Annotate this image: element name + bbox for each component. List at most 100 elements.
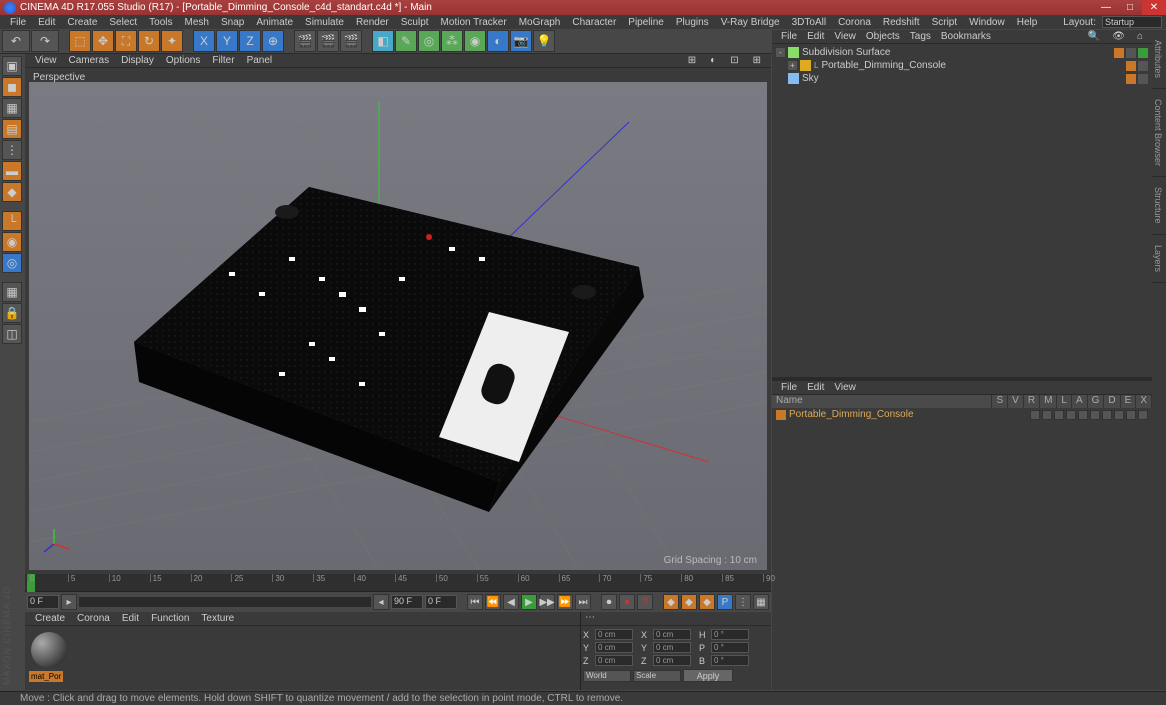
- model-mode-button[interactable]: ◼: [2, 77, 22, 97]
- right-tab-layers[interactable]: Layers: [1152, 235, 1166, 283]
- coord-pos-input[interactable]: 0 cm: [595, 655, 633, 666]
- menu-corona[interactable]: Corona: [832, 17, 877, 28]
- viewport-hud-icon-2[interactable]: ◐: [704, 55, 722, 66]
- coord-system-select[interactable]: World: [583, 670, 631, 682]
- attr-badge-s[interactable]: [1030, 410, 1040, 420]
- pos-key-button[interactable]: ◆: [663, 594, 679, 610]
- obj-menu-tags[interactable]: Tags: [905, 31, 936, 42]
- attrs-row[interactable]: Portable_Dimming_Console: [772, 408, 1152, 421]
- rotate-tool[interactable]: ↻: [138, 30, 160, 52]
- polygon-mode-button[interactable]: ◆: [2, 182, 22, 202]
- menu-mograph[interactable]: MoGraph: [513, 17, 567, 28]
- attr-menu-file[interactable]: File: [776, 382, 802, 393]
- next-key-button[interactable]: ⏩: [557, 594, 573, 610]
- attr-badge-a[interactable]: [1090, 410, 1100, 420]
- timeline-end-input[interactable]: 90 F: [391, 595, 423, 609]
- point-mode-button[interactable]: ⋮: [2, 140, 22, 160]
- coord-size-input[interactable]: 0 cm: [653, 655, 691, 666]
- timeline-ruler[interactable]: 051015202530354045505560657075808590: [25, 574, 771, 592]
- deformer-button[interactable]: ◉: [464, 30, 486, 52]
- last-tool[interactable]: ✦: [161, 30, 183, 52]
- obj-menu-objects[interactable]: Objects: [861, 31, 905, 42]
- attr-menu-view[interactable]: View: [829, 382, 861, 393]
- expand-icon[interactable]: +: [788, 61, 797, 70]
- menu-mesh[interactable]: Mesh: [179, 17, 215, 28]
- mat-menu-edit[interactable]: Edit: [116, 613, 145, 624]
- coord-pos-input[interactable]: 0 cm: [595, 642, 633, 653]
- mat-menu-create[interactable]: Create: [29, 613, 71, 624]
- vis-tag[interactable]: [1114, 48, 1124, 58]
- coord-rot-input[interactable]: 0 °: [711, 655, 749, 666]
- vis-tag-r[interactable]: [1138, 74, 1148, 84]
- all-key-button[interactable]: ▦: [753, 594, 769, 610]
- menu-v-ray-bridge[interactable]: V-Ray Bridge: [715, 17, 786, 28]
- attr-badge-g[interactable]: [1102, 410, 1112, 420]
- menu-render[interactable]: Render: [350, 17, 395, 28]
- x-axis-button[interactable]: X: [193, 30, 215, 52]
- record-button[interactable]: ⏺: [601, 594, 617, 610]
- viewport-hud-icon-1[interactable]: ⊞: [682, 55, 702, 66]
- scale-tool[interactable]: ⛶: [115, 30, 137, 52]
- scale-key-button[interactable]: ◆: [681, 594, 697, 610]
- select-tool[interactable]: ⬚: [69, 30, 91, 52]
- next-frame-button[interactable]: ▶▶: [539, 594, 555, 610]
- coord-system-button[interactable]: ⊕: [262, 30, 284, 52]
- menu-create[interactable]: Create: [61, 17, 103, 28]
- locked-workplane-button[interactable]: 🔒: [2, 303, 22, 323]
- attr-badge-x[interactable]: [1138, 410, 1148, 420]
- vis-tag-r[interactable]: [1126, 48, 1136, 58]
- undo-button[interactable]: ↶: [2, 30, 30, 52]
- menu-plugins[interactable]: Plugins: [670, 17, 715, 28]
- timeline-current-input[interactable]: 0 F: [425, 595, 457, 609]
- attr-badge-r[interactable]: [1054, 410, 1064, 420]
- obj-menu-file[interactable]: File: [776, 31, 802, 42]
- menu-tools[interactable]: Tools: [143, 17, 178, 28]
- menu-select[interactable]: Select: [103, 17, 143, 28]
- vp-menu-cameras[interactable]: Cameras: [63, 55, 116, 66]
- texture-mode-button[interactable]: ▦: [2, 98, 22, 118]
- vp-menu-display[interactable]: Display: [115, 55, 160, 66]
- attr-badge-l[interactable]: [1078, 410, 1088, 420]
- obj-menu-bookmarks[interactable]: Bookmarks: [936, 31, 996, 42]
- vis-tag[interactable]: [1126, 74, 1136, 84]
- prev-frame-button[interactable]: ◀: [503, 594, 519, 610]
- array-button[interactable]: ⁂: [441, 30, 463, 52]
- y-axis-button[interactable]: Y: [216, 30, 238, 52]
- render-view-button[interactable]: 🎬: [294, 30, 316, 52]
- menu-character[interactable]: Character: [566, 17, 622, 28]
- axis-button[interactable]: └: [2, 211, 22, 231]
- timeline-start-input[interactable]: 0 F: [27, 595, 59, 609]
- menu-pipeline[interactable]: Pipeline: [622, 17, 670, 28]
- edge-mode-button[interactable]: ▬: [2, 161, 22, 181]
- prev-key-button[interactable]: ⏪: [485, 594, 501, 610]
- materials-area[interactable]: mat_Por: [25, 626, 580, 674]
- timeline-end-spin[interactable]: ◂: [373, 594, 389, 610]
- attr-badge-d[interactable]: [1114, 410, 1124, 420]
- menu-file[interactable]: File: [4, 17, 32, 28]
- minimize-button[interactable]: —: [1094, 0, 1118, 15]
- menu-window[interactable]: Window: [963, 17, 1011, 28]
- vp-menu-options[interactable]: Options: [160, 55, 206, 66]
- check-tag[interactable]: [1138, 48, 1148, 58]
- attr-badge-m[interactable]: [1066, 410, 1076, 420]
- expand-icon[interactable]: -: [776, 48, 785, 57]
- maximize-button[interactable]: □: [1118, 0, 1142, 15]
- workplane-button[interactable]: ▤: [2, 119, 22, 139]
- pla-key-button[interactable]: ⋮: [735, 594, 751, 610]
- menu-snap[interactable]: Snap: [215, 17, 250, 28]
- coord-mode-select[interactable]: Scale: [633, 670, 681, 682]
- material-preview[interactable]: mat_Por: [31, 632, 67, 668]
- mat-menu-corona[interactable]: Corona: [71, 613, 116, 624]
- autokey-button[interactable]: ⏺: [619, 594, 635, 610]
- menu-animate[interactable]: Animate: [250, 17, 299, 28]
- coord-size-input[interactable]: 0 cm: [653, 642, 691, 653]
- object-row[interactable]: Sky: [776, 72, 1148, 85]
- object-row[interactable]: -Subdivision Surface: [776, 46, 1148, 59]
- mat-menu-function[interactable]: Function: [145, 613, 195, 624]
- obj-menu-edit[interactable]: Edit: [802, 31, 829, 42]
- vis-tag-r[interactable]: [1138, 61, 1148, 71]
- attr-menu-edit[interactable]: Edit: [802, 382, 829, 393]
- rot-key-button[interactable]: ◆: [699, 594, 715, 610]
- play-button[interactable]: ▶: [521, 594, 537, 610]
- render-settings-button[interactable]: 🎬: [340, 30, 362, 52]
